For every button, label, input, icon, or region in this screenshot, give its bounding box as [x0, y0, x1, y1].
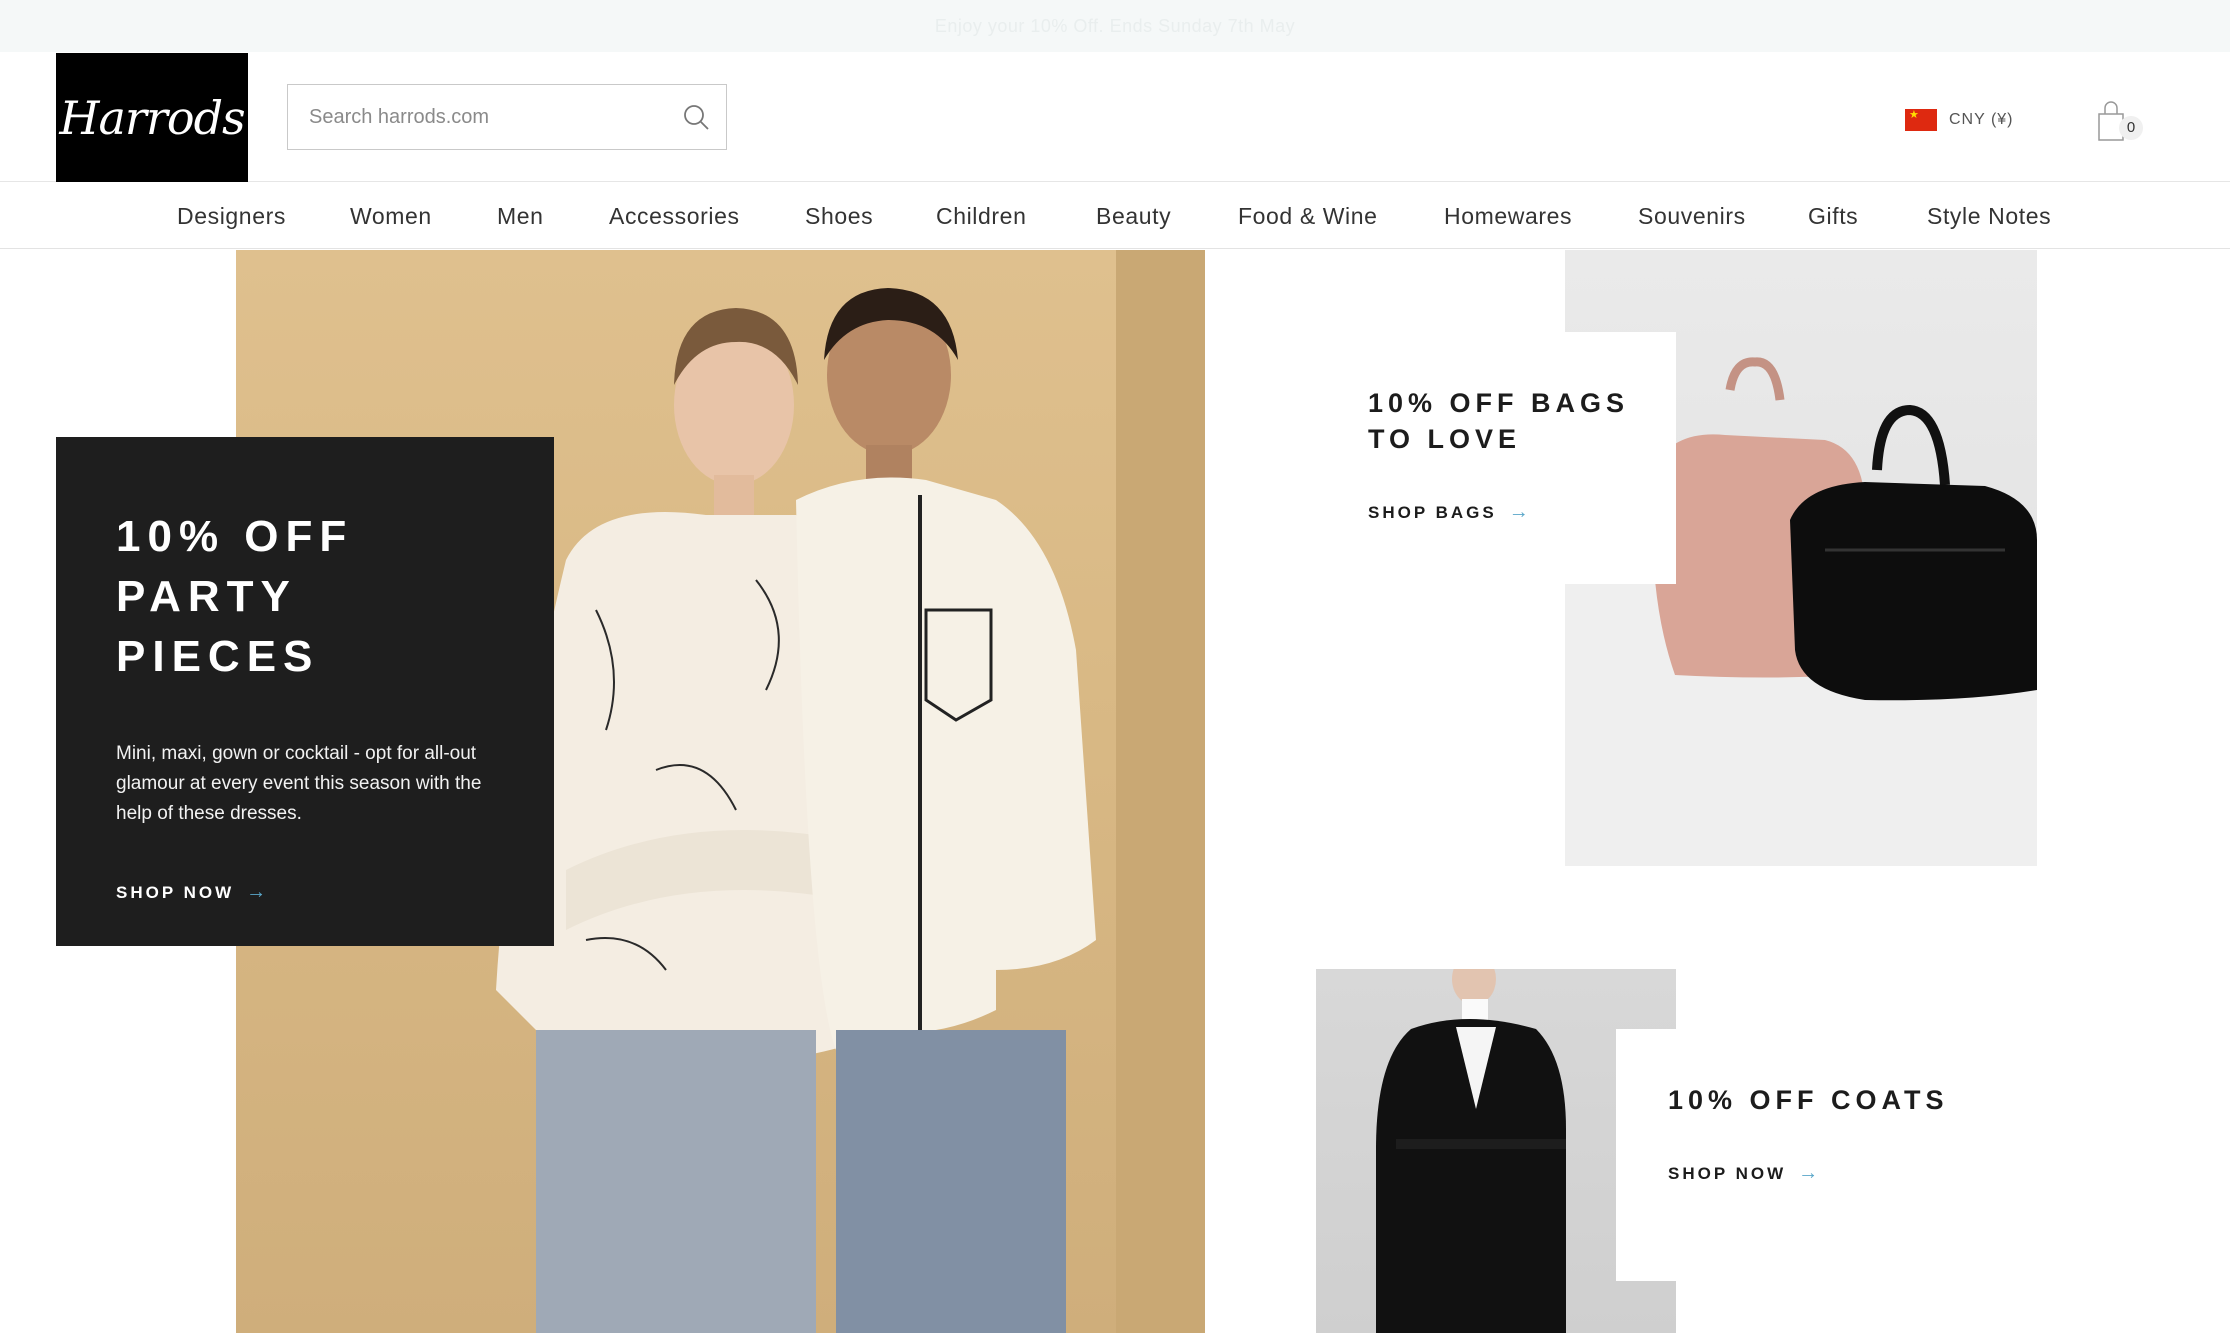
nav-item-souvenirs[interactable]: Souvenirs [1638, 183, 1746, 249]
nav-item-shoes[interactable]: Shoes [805, 183, 873, 249]
promo-bar: Enjoy your 10% Off. Ends Sunday 7th May [0, 0, 2230, 52]
nav-item-men[interactable]: Men [497, 183, 544, 249]
coats-title: 10% OFF COATS [1668, 1085, 1949, 1115]
search-box [287, 84, 727, 150]
arrow-right-icon: → [1798, 1162, 1819, 1184]
currency-label: CNY (¥) [1949, 111, 2014, 128]
hero-shop-now-link[interactable]: SHOP NOW → [116, 881, 266, 904]
harrods-logo[interactable]: Harrods [56, 53, 248, 182]
nav-item-gifts[interactable]: Gifts [1808, 183, 1858, 249]
promo-text: Enjoy your 10% Off. Ends Sunday 7th May [934, 16, 1296, 36]
nav-item-homewares[interactable]: Homewares [1444, 183, 1572, 249]
nav-item-women[interactable]: Women [350, 183, 432, 249]
site-header: Harrods CNY (¥) 0 [0, 52, 2230, 182]
currency-selector[interactable]: CNY (¥) [1905, 108, 2014, 132]
nav-item-designers[interactable]: Designers [177, 183, 286, 249]
shop-bags-link[interactable]: SHOP BAGS → [1368, 501, 1529, 524]
nav-item-beauty[interactable]: Beauty [1096, 183, 1171, 249]
coats-promo-card: 10% OFF COATS SHOP NOW → [1616, 1029, 1944, 1281]
arrow-right-icon: → [246, 881, 267, 903]
nav-item-accessories[interactable]: Accessories [609, 183, 740, 249]
nav-item-children[interactable]: Children [936, 183, 1026, 249]
china-flag-icon [1905, 109, 1937, 131]
nav-item-food-wine[interactable]: Food & Wine [1238, 183, 1378, 249]
bags-promo-card: 10% OFF BAGS TO LOVE SHOP BAGS → [1318, 332, 1676, 584]
hero-title: 10% OFF PARTY PIECES [116, 512, 354, 681]
hero-description: Mini, maxi, gown or cocktail - opt for a… [116, 743, 482, 824]
hero-promo-card: 10% OFF PARTY PIECES Mini, maxi, gown or… [56, 437, 554, 946]
search-input[interactable] [288, 85, 668, 149]
nav-item-style-notes[interactable]: Style Notes [1927, 183, 2051, 249]
coats-cta-label: SHOP NOW [1668, 1163, 1787, 1183]
main-nav: Designers Women Men Accessories Shoes Ch… [0, 183, 2230, 249]
search-icon[interactable] [682, 103, 710, 131]
hero-cta-label: SHOP NOW [116, 882, 235, 902]
shop-coats-link[interactable]: SHOP NOW → [1668, 1162, 1818, 1185]
bag-count-badge: 0 [2119, 116, 2143, 140]
bags-cta-label: SHOP BAGS [1368, 502, 1497, 522]
logo-text: Harrods [59, 90, 245, 145]
arrow-right-icon: → [1508, 501, 1529, 523]
bags-title: 10% OFF BAGS TO LOVE [1368, 388, 1630, 454]
